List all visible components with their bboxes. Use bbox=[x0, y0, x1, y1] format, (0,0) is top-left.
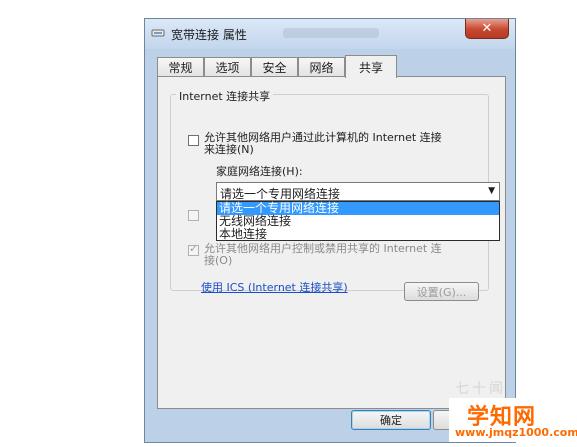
tab-sharing[interactable]: 共享 bbox=[345, 55, 397, 78]
allow-control-checkbox[interactable] bbox=[188, 242, 199, 256]
close-button[interactable]: ✕ bbox=[465, 19, 509, 39]
tab-general[interactable]: 常规 bbox=[157, 57, 204, 77]
tab-network[interactable]: 网络 bbox=[298, 57, 345, 77]
title-blur-area bbox=[283, 28, 379, 38]
home-network-select[interactable]: 请选一个专用网络连接 ▼ bbox=[216, 182, 500, 201]
home-network-dropdown: 请选一个专用网络连接 无线网络连接 本地连接 bbox=[216, 201, 500, 241]
faint-watermark-text: 七十闻 bbox=[455, 381, 506, 397]
dropdown-option-local[interactable]: 本地连接 bbox=[217, 228, 499, 241]
ok-button[interactable]: 确定 bbox=[351, 410, 431, 430]
home-network-label: 家庭网络连接(H): bbox=[216, 165, 303, 178]
allow-control-label-line2: 接(O) bbox=[204, 254, 233, 267]
allow-control-label-line1: 允许其他网络用户控制或禁用共享的 Internet 连 bbox=[204, 242, 442, 255]
title-bar[interactable]: 宽带连接 属性 ✕ bbox=[145, 19, 515, 49]
allow-share-label-line2: 来连接(N) bbox=[204, 143, 254, 156]
site-watermark: 学知网 www.jmqz1000.com bbox=[449, 398, 577, 442]
tab-security[interactable]: 安全 bbox=[251, 57, 298, 77]
ics-group-title: Internet 连接共享 bbox=[176, 88, 274, 104]
ics-help-link[interactable]: 使用 ICS (Internet 连接共享) bbox=[201, 279, 348, 295]
dropdown-arrow-icon: ▼ bbox=[488, 186, 495, 196]
hidden-checkbox[interactable] bbox=[188, 210, 199, 221]
watermark-url: www.jmqz1000.com bbox=[455, 426, 577, 439]
network-connection-icon bbox=[151, 29, 165, 37]
settings-button[interactable]: 设置(G)... bbox=[404, 282, 479, 301]
allow-share-checkbox[interactable] bbox=[188, 135, 199, 146]
home-network-select-value: 请选一个专用网络连接 bbox=[220, 187, 341, 201]
window-title: 宽带连接 属性 bbox=[171, 28, 247, 42]
tab-options[interactable]: 选项 bbox=[204, 57, 251, 77]
sharing-panel: Internet 连接共享 允许其他网络用户通过此计算机的 Internet 连… bbox=[157, 76, 506, 409]
